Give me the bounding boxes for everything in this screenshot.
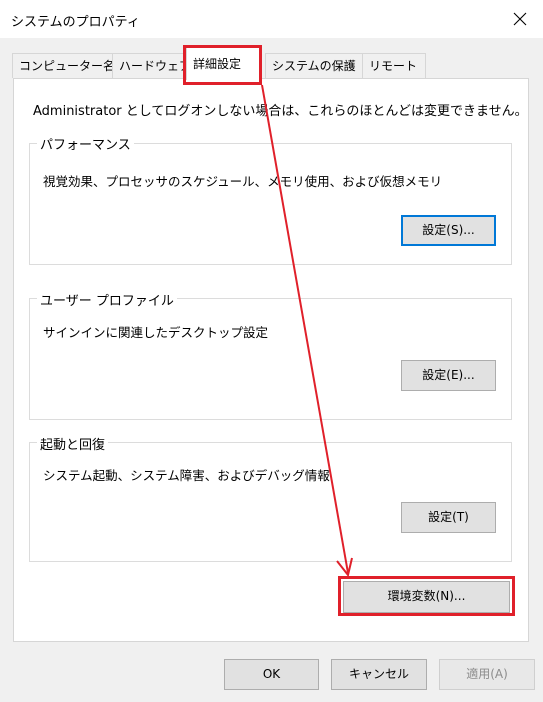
close-button[interactable] (505, 5, 535, 33)
startup-recovery-settings-button[interactable]: 設定(T) (401, 502, 496, 533)
ok-button[interactable]: OK (224, 659, 319, 690)
tab-remote[interactable]: リモート (362, 53, 426, 78)
environment-variables-button[interactable]: 環境変数(N)... (343, 581, 510, 613)
tab-hardware[interactable]: ハードウェア (112, 53, 191, 78)
user-profile-description: サインインに関連したデスクトップ設定 (43, 325, 269, 340)
title-bar: システムのプロパティ (0, 0, 543, 38)
startup-recovery-title: 起動と回復 (37, 434, 109, 453)
apply-button[interactable]: 適用(A) (439, 659, 535, 690)
tab-computer-name[interactable]: コンピューター名 (12, 53, 115, 78)
user-profile-title: ユーザー プロファイル (37, 290, 177, 309)
tab-system-protection[interactable]: システムの保護 (265, 53, 367, 78)
system-properties-window: システムのプロパティ コンピューター名 ハードウェア システムの保護 リモート … (0, 0, 543, 702)
close-icon (513, 12, 527, 26)
tab-advanced[interactable]: 詳細設定 (186, 47, 260, 80)
cancel-button[interactable]: キャンセル (331, 659, 427, 690)
performance-settings-button[interactable]: 設定(S)... (401, 215, 496, 246)
startup-recovery-description: システム起動、システム障害、およびデバッグ情報 (43, 468, 330, 483)
performance-group (29, 143, 512, 265)
admin-notice: Administrator としてログオンしない場合は、これらのほとんどは変更で… (33, 104, 528, 119)
performance-title: パフォーマンス (37, 134, 134, 153)
user-profile-settings-button[interactable]: 設定(E)... (401, 360, 496, 391)
performance-description: 視覚効果、プロセッサのスケジュール、メモリ使用、および仮想メモリ (43, 174, 443, 189)
window-title: システムのプロパティ (11, 15, 140, 30)
user-profile-group (29, 298, 512, 420)
